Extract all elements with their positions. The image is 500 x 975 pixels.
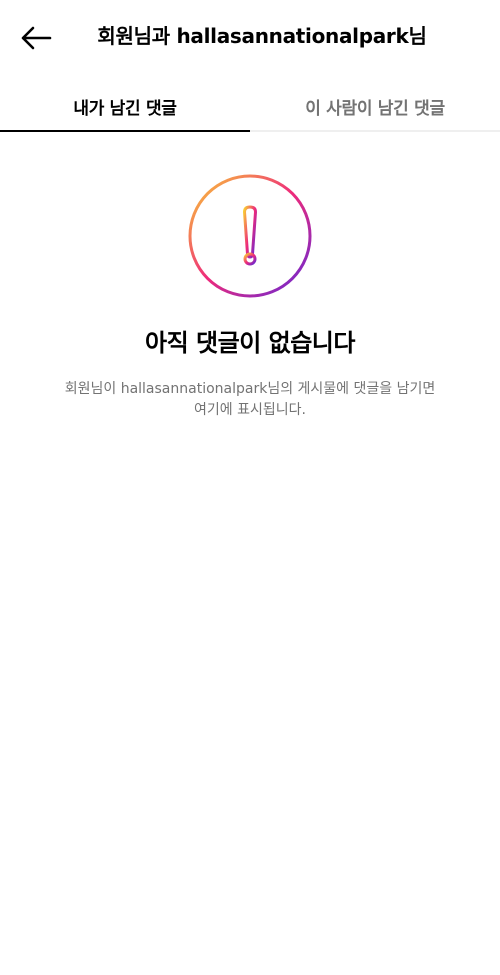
- back-button[interactable]: [14, 18, 58, 58]
- comment-tabs: 내가 남긴 댓글 이 사람이 남긴 댓글: [0, 80, 500, 132]
- page-title: 회원님과 hallasannationalpark님: [97, 24, 427, 48]
- arrow-left-icon: [21, 26, 52, 50]
- top-bar: 회원님과 hallasannationalpark님: [0, 0, 500, 76]
- exclamation-circle-icon: [188, 174, 312, 298]
- empty-state-description-line1: 회원님이 hallasannationalpark님의 게시물에 댓글을 남기면: [64, 381, 436, 397]
- empty-state-description: 회원님이 hallasannationalpark님의 게시물에 댓글을 남기면…: [40, 379, 460, 421]
- tab-my-comments[interactable]: 내가 남긴 댓글: [0, 80, 250, 132]
- empty-state-title: 아직 댓글이 없습니다: [145, 329, 355, 357]
- empty-state-description-line2: 여기에 표시됩니다.: [194, 402, 306, 418]
- tab-their-comments[interactable]: 이 사람이 남긴 댓글: [250, 80, 500, 130]
